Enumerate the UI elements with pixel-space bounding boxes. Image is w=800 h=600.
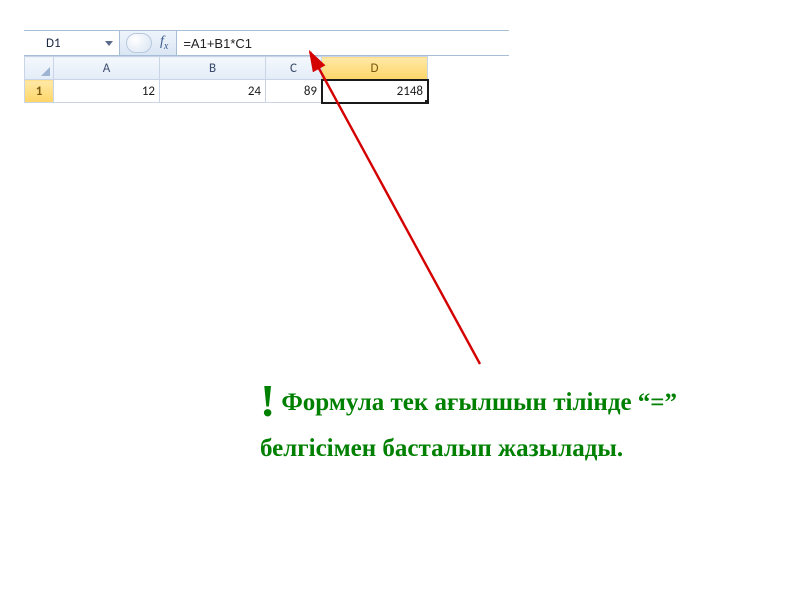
name-box-value: D1 (24, 36, 105, 51)
fx-zone: fx (120, 31, 177, 55)
formula-input[interactable] (177, 31, 509, 55)
chevron-down-icon[interactable] (105, 41, 113, 46)
fx-oval-icon (126, 33, 152, 53)
name-box[interactable]: D1 (24, 31, 120, 55)
explanatory-note: !Формула тек ағылшын тілінде “=” белгісі… (260, 370, 700, 466)
insert-function-button[interactable]: fx (156, 34, 176, 52)
cell-B1[interactable]: 24 (160, 80, 266, 103)
col-header-B[interactable]: B (160, 57, 266, 80)
note-text: Формула тек ағылшын тілінде “=” белгісім… (260, 389, 677, 462)
spreadsheet-fragment: D1 fx A B C D 1 12 24 89 2148 (24, 30, 509, 103)
cell-D1[interactable]: 2148 (322, 80, 428, 103)
col-header-D[interactable]: D (322, 57, 428, 80)
table-row: 1 12 24 89 2148 (25, 80, 428, 103)
col-header-A[interactable]: A (54, 57, 160, 80)
col-header-C[interactable]: C (266, 57, 322, 80)
cell-A1[interactable]: 12 (54, 80, 160, 103)
exclamation-icon: ! (260, 375, 275, 426)
formula-bar: D1 fx (24, 31, 509, 56)
select-all-corner[interactable] (25, 57, 54, 80)
row-header-1[interactable]: 1 (25, 80, 54, 103)
sheet-grid: A B C D 1 12 24 89 2148 (24, 56, 428, 103)
cell-C1[interactable]: 89 (266, 80, 322, 103)
